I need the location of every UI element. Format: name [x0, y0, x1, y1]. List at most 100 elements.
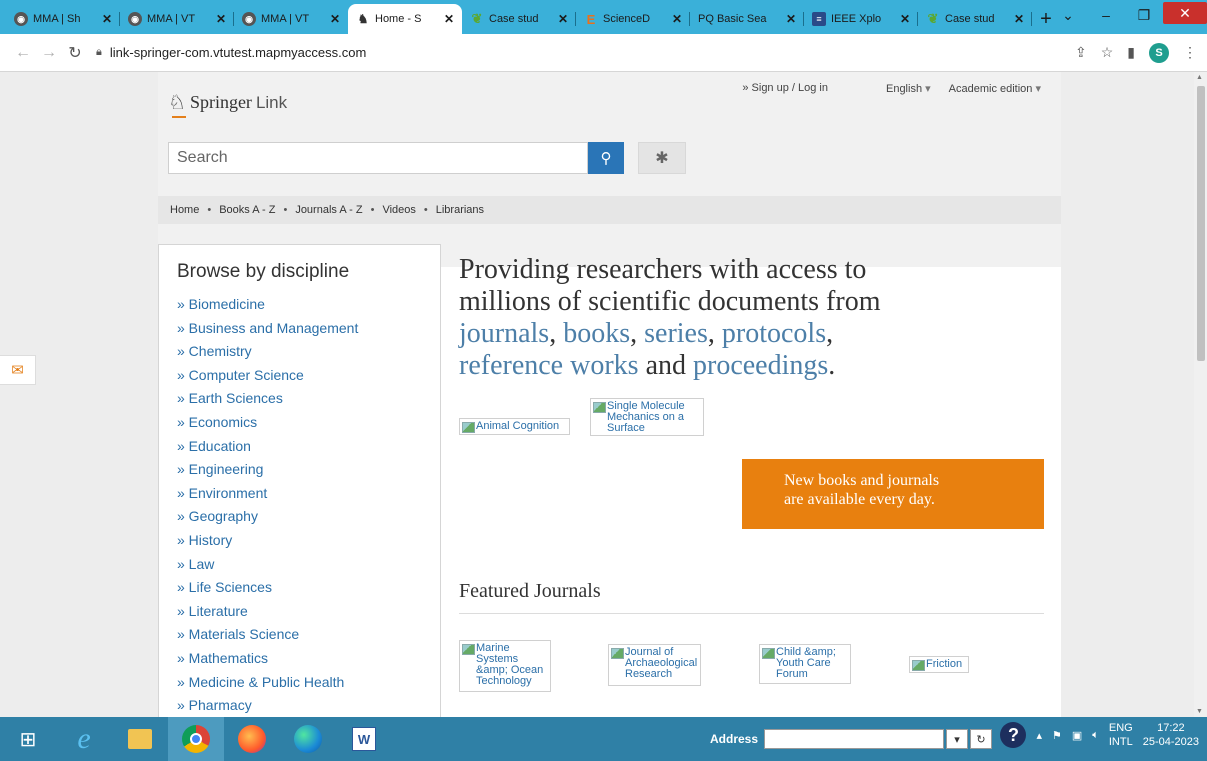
firefox-icon[interactable] [224, 717, 280, 761]
protocols-link[interactable]: protocols [722, 318, 826, 349]
help-icon[interactable]: ? [1000, 722, 1027, 748]
discipline-link[interactable]: » Law [177, 553, 440, 577]
browser-tab[interactable]: ◉ MMA | VT ✕ [120, 4, 234, 34]
side-panel-icon[interactable]: ▮ [1127, 44, 1135, 61]
language-dropdown[interactable]: English [886, 82, 931, 95]
share-icon[interactable]: ⇪ [1075, 44, 1087, 61]
search-input[interactable] [168, 142, 588, 174]
browser-tab[interactable]: ❦ Case stud ✕ [462, 4, 576, 34]
signin-link[interactable]: » Sign up / Log in [742, 82, 828, 95]
browser-tab[interactable]: ◉ MMA | Sh ✕ [6, 4, 120, 34]
profile-avatar[interactable]: S [1149, 42, 1169, 63]
search-options-button[interactable]: ✱ [638, 142, 686, 174]
internet-explorer-icon[interactable]: e [56, 717, 112, 761]
lock-icon[interactable]: 🔒︎ [96, 46, 102, 59]
scroll-up-icon[interactable]: ▲ [1196, 74, 1203, 81]
reload-icon[interactable]: ↻ [62, 43, 88, 63]
discipline-link[interactable]: » Materials Science [177, 623, 440, 647]
discipline-link[interactable]: » Economics [177, 411, 440, 435]
browser-tab[interactable]: ◉ MMA | VT ✕ [234, 4, 348, 34]
discipline-link[interactable]: » History [177, 529, 440, 553]
browser-tab-active[interactable]: ♞ Home - S ✕ [348, 4, 462, 34]
forward-icon[interactable]: → [36, 44, 62, 62]
discipline-link[interactable]: » Medicine & Public Health [177, 671, 440, 695]
new-content-banner[interactable]: New books and journals are available eve… [742, 459, 1044, 529]
journal-thumb[interactable]: Child &amp; Youth Care Forum [759, 644, 851, 684]
edition-dropdown[interactable]: Academic edition [949, 82, 1041, 95]
close-icon[interactable]: ✕ [672, 12, 682, 26]
journal-thumb[interactable]: Journal of Archaeological Research [608, 644, 701, 686]
address-dropdown-icon[interactable]: ▾ [946, 729, 969, 749]
browser-tab[interactable]: ≡ IEEE Xplo ✕ [804, 4, 918, 34]
discipline-link[interactable]: » Earth Sciences [177, 387, 440, 411]
network-icon[interactable]: ▣ [1072, 729, 1082, 742]
reference-works-link[interactable]: reference works [459, 350, 639, 381]
discipline-link[interactable]: » Biomedicine [177, 293, 440, 317]
browser-tab[interactable]: E ScienceD ✕ [576, 4, 690, 34]
discipline-link[interactable]: » Literature [177, 600, 440, 624]
close-icon[interactable]: ✕ [786, 12, 796, 26]
back-icon[interactable]: ← [10, 44, 36, 62]
language-indicator[interactable]: ENG INTL [1109, 721, 1133, 749]
discipline-link[interactable]: » Mathematics [177, 647, 440, 671]
discipline-link[interactable]: » Computer Science [177, 364, 440, 388]
single-molecule-thumb[interactable]: Single Molecule Mechanics on a Surface [590, 398, 704, 436]
bookmark-star-icon[interactable]: ☆ [1101, 44, 1114, 61]
close-icon[interactable]: ✕ [444, 12, 454, 26]
springer-link-logo[interactable]: ♘ Springer Link [168, 90, 287, 115]
volume-icon[interactable]: 🔈︎ [1092, 729, 1099, 742]
edge-icon[interactable] [280, 717, 336, 761]
word-icon[interactable]: W [336, 717, 392, 761]
tray-expand-icon[interactable]: ▴ [1036, 729, 1042, 742]
window-controls: ⌄ ‒ ❐ ✕ [1049, 0, 1207, 30]
discipline-link[interactable]: » Pharmacy [177, 694, 440, 717]
file-explorer-icon[interactable] [112, 717, 168, 761]
leaf-icon: ❦ [927, 11, 939, 26]
browser-tab[interactable]: ❦ Case stud ✕ [918, 4, 1032, 34]
discipline-link[interactable]: » Life Sciences [177, 576, 440, 600]
journal-thumb[interactable]: Marine Systems &amp; Ocean Technology [459, 640, 551, 692]
nav-books[interactable]: Books A - Z [219, 204, 275, 216]
animal-cognition-thumb[interactable]: Animal Cognition [459, 418, 570, 435]
window-close-icon[interactable]: ✕ [1163, 2, 1207, 24]
close-icon[interactable]: ✕ [330, 12, 340, 26]
discipline-link[interactable]: » Geography [177, 505, 440, 529]
discipline-link[interactable]: » Chemistry [177, 340, 440, 364]
clock[interactable]: 17:22 25-04-2023 [1143, 721, 1199, 749]
browser-menu-icon[interactable]: ⋮ [1183, 44, 1197, 61]
tab-search-icon[interactable]: ⌄ [1049, 0, 1087, 30]
books-link[interactable]: books [563, 318, 630, 349]
nav-videos[interactable]: Videos [382, 204, 415, 216]
address-label: Address [710, 732, 759, 746]
journals-link[interactable]: journals [459, 318, 549, 349]
discipline-link[interactable]: » Education [177, 435, 440, 459]
start-button[interactable]: ⊞ [0, 717, 56, 761]
address-refresh-icon[interactable]: ↻ [970, 729, 993, 749]
mail-icon[interactable]: ✉ [0, 355, 36, 385]
proceedings-link[interactable]: proceedings [693, 350, 828, 381]
close-icon[interactable]: ✕ [102, 12, 112, 26]
scroll-down-icon[interactable]: ▼ [1196, 708, 1203, 715]
series-link[interactable]: series [644, 318, 708, 349]
browser-tab[interactable]: PQ Basic Sea ✕ [690, 4, 804, 34]
chrome-icon[interactable] [168, 717, 224, 761]
taskbar-address-input[interactable] [764, 729, 945, 749]
nav-home[interactable]: Home [170, 204, 199, 216]
discipline-link[interactable]: » Business and Management [177, 317, 440, 341]
close-icon[interactable]: ✕ [1014, 12, 1024, 26]
flag-icon[interactable]: ⚑ [1052, 729, 1062, 742]
nav-librarians[interactable]: Librarians [436, 204, 484, 216]
nav-journals[interactable]: Journals A - Z [295, 204, 362, 216]
minimize-icon[interactable]: ‒ [1087, 0, 1125, 30]
discipline-link[interactable]: » Environment [177, 482, 440, 506]
maximize-icon[interactable]: ❐ [1125, 0, 1163, 30]
close-icon[interactable]: ✕ [216, 12, 226, 26]
close-icon[interactable]: ✕ [558, 12, 568, 26]
search-button[interactable]: ⚲ [588, 142, 624, 174]
discipline-link[interactable]: » Engineering [177, 458, 440, 482]
scrollbar-thumb[interactable] [1197, 86, 1205, 361]
page-scrollbar[interactable]: ▲ ▼ [1194, 72, 1207, 717]
close-icon[interactable]: ✕ [900, 12, 910, 26]
journal-thumb[interactable]: Friction [909, 656, 969, 673]
url-field[interactable]: 🔒︎ link-springer-com.vtutest.mapmyaccess… [96, 45, 1075, 60]
